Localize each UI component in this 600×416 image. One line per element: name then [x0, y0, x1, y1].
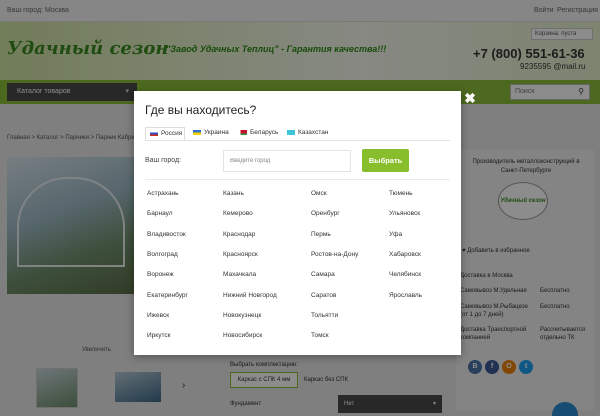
city-link[interactable]: Пермь — [311, 231, 331, 238]
kazakhstan-flag-icon — [287, 130, 295, 135]
city-link[interactable]: Новосибирск — [223, 332, 262, 339]
tab-label: Украина — [204, 129, 229, 136]
city-link[interactable]: Ижевск — [147, 312, 169, 319]
city-link[interactable]: Волгоград — [147, 251, 178, 258]
city-link[interactable]: Челябинск — [389, 271, 421, 278]
city-link[interactable]: Иркутск — [147, 332, 170, 339]
city-link[interactable]: Тюмень — [389, 190, 413, 197]
city-link[interactable]: Казань — [223, 190, 244, 197]
tab-label: Россия — [161, 130, 183, 137]
city-link[interactable]: Екатеринбург — [147, 292, 188, 299]
ukraine-flag-icon — [193, 130, 201, 135]
city-link[interactable]: Хабаровск — [389, 251, 421, 258]
tab-label: Беларусь — [250, 129, 279, 136]
city-link[interactable]: Владивосток — [147, 231, 186, 238]
city-link[interactable]: Самара — [311, 271, 335, 278]
city-link[interactable]: Омск — [311, 190, 327, 197]
tab-divider — [145, 140, 450, 141]
city-link[interactable]: Махачкала — [223, 271, 256, 278]
city-link[interactable]: Нижний Новгород — [223, 292, 277, 299]
russia-flag-icon — [150, 131, 158, 136]
city-link[interactable]: Новокузнецк — [223, 312, 261, 319]
city-link[interactable]: Саратов — [311, 292, 336, 299]
divider — [145, 179, 450, 180]
choose-city-button[interactable]: Выбрать — [362, 149, 409, 172]
city-link[interactable]: Уфа — [389, 231, 402, 238]
city-link[interactable]: Астрахань — [147, 190, 179, 197]
tab-russia[interactable]: Россия — [145, 127, 185, 141]
city-link[interactable]: Красноярск — [223, 251, 258, 258]
location-modal: Где вы находитесь? Россия Украина Белару… — [134, 91, 461, 355]
tab-label: Казахстан — [298, 129, 329, 136]
city-link[interactable]: Воронеж — [147, 271, 174, 278]
tab-kazakhstan[interactable]: Казахстан — [283, 127, 333, 141]
city-link[interactable]: Ярославль — [389, 292, 422, 299]
city-field-label: Ваш город: — [145, 157, 182, 164]
close-icon[interactable]: ✖ — [462, 90, 478, 106]
city-link[interactable]: Кемерово — [223, 210, 253, 217]
modal-title: Где вы находитесь? — [145, 103, 257, 117]
belarus-flag-icon — [239, 130, 247, 135]
tab-ukraine[interactable]: Украина — [189, 127, 234, 141]
city-link[interactable]: Ульяновск — [389, 210, 420, 217]
tab-belarus[interactable]: Беларусь — [235, 127, 283, 141]
city-link[interactable]: Тольятти — [311, 312, 338, 319]
city-link[interactable]: Оренбург — [311, 210, 340, 217]
city-search-input[interactable] — [223, 150, 351, 172]
city-link[interactable]: Томск — [311, 332, 329, 339]
city-link[interactable]: Краснодар — [223, 231, 255, 238]
city-link[interactable]: Барнаул — [147, 210, 173, 217]
city-link[interactable]: Ростов-на-Дону — [311, 251, 358, 258]
